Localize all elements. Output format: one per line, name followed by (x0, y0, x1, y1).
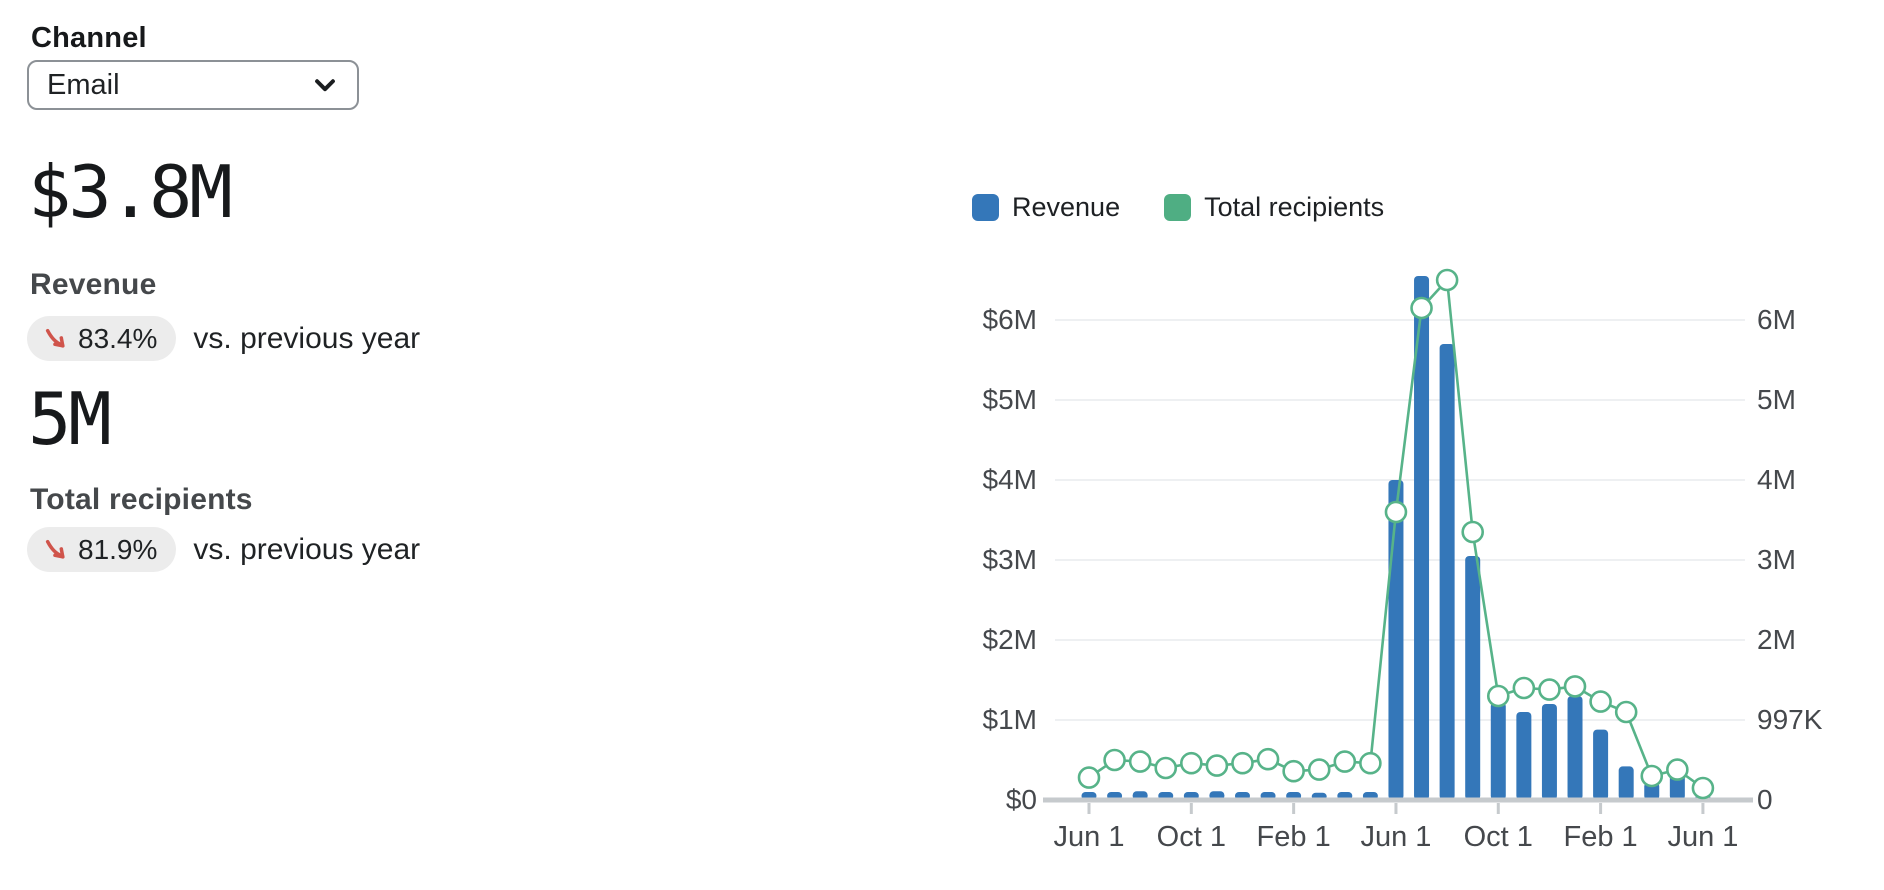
y-axis-left-label: $3M (983, 544, 1037, 575)
recipients-change-row: 81.9% vs. previous year (27, 527, 420, 572)
recipients-point[interactable] (1667, 760, 1687, 780)
legend-item-total-recipients[interactable]: Total recipients (1164, 192, 1384, 223)
recipients-swatch-icon (1164, 194, 1191, 221)
y-axis-left-label: $5M (983, 384, 1037, 415)
recipients-point[interactable] (1258, 749, 1278, 769)
recipients-point[interactable] (1463, 522, 1483, 542)
y-axis-left-label: $0 (1006, 784, 1037, 815)
recipients-point[interactable] (1207, 756, 1227, 776)
recipients-point[interactable] (1437, 270, 1457, 290)
y-axis-right-label: 5M (1757, 384, 1796, 415)
x-axis-label: Oct 1 (1157, 821, 1226, 853)
recipients-point[interactable] (1309, 760, 1329, 780)
recipients-point[interactable] (1386, 502, 1406, 522)
revenue-bar[interactable] (1440, 344, 1455, 800)
revenue-change-row: 83.4% vs. previous year (27, 316, 420, 361)
revenue-bar[interactable] (1516, 712, 1531, 800)
legend-item-revenue[interactable]: Revenue (972, 192, 1120, 223)
recipients-point[interactable] (1642, 766, 1662, 786)
revenue-swatch-icon (972, 194, 999, 221)
legend-label: Total recipients (1204, 192, 1384, 223)
trend-down-arrow-icon (42, 536, 69, 563)
revenue-change-badge: 83.4% (27, 316, 176, 361)
recipients-point[interactable] (1284, 761, 1304, 781)
x-axis-label: Jun 1 (1054, 821, 1125, 853)
recipients-comparison-text: vs. previous year (193, 533, 420, 567)
recipients-kpi-value: 5M (28, 383, 109, 455)
recipients-point[interactable] (1693, 778, 1713, 798)
recipients-point[interactable] (1565, 676, 1585, 696)
recipients-point[interactable] (1360, 753, 1380, 773)
recipients-change-badge: 81.9% (27, 527, 176, 572)
legend-label: Revenue (1012, 192, 1120, 223)
recipients-point[interactable] (1539, 680, 1559, 700)
revenue-bar[interactable] (1491, 702, 1506, 800)
revenue-bar[interactable] (1568, 696, 1583, 800)
recipients-point[interactable] (1335, 752, 1355, 772)
revenue-comparison-text: vs. previous year (193, 322, 420, 356)
revenue-bar[interactable] (1388, 480, 1403, 800)
x-axis-label: Jun 1 (1360, 821, 1431, 853)
x-axis-label: Feb 1 (1564, 821, 1638, 853)
y-axis-right-label: 2M (1757, 624, 1796, 655)
chart-legend: Revenue Total recipients (972, 192, 1384, 223)
x-axis-label: Oct 1 (1464, 821, 1533, 853)
y-axis-left-label: $2M (983, 624, 1037, 655)
recipients-point[interactable] (1616, 702, 1636, 722)
y-axis-right-label: 997K (1757, 704, 1823, 735)
recipients-point[interactable] (1181, 753, 1201, 773)
chevron-down-icon (311, 71, 339, 99)
recipients-change-percent: 81.9% (78, 534, 157, 566)
revenue-bar[interactable] (1593, 730, 1608, 800)
channel-filter-label: Channel (31, 22, 147, 55)
revenue-kpi-label: Revenue (30, 268, 156, 302)
y-axis-left-label: $4M (983, 464, 1037, 495)
revenue-change-percent: 83.4% (78, 323, 157, 355)
recipients-point[interactable] (1105, 750, 1125, 770)
recipients-point[interactable] (1488, 686, 1508, 706)
y-axis-right-label: 0 (1757, 784, 1773, 815)
recipients-point[interactable] (1156, 758, 1176, 778)
recipients-kpi-label: Total recipients (30, 483, 253, 517)
trend-down-arrow-icon (42, 325, 69, 352)
recipients-point[interactable] (1079, 768, 1099, 788)
recipients-point[interactable] (1412, 298, 1432, 318)
channel-select[interactable]: Email (27, 60, 359, 110)
y-axis-left-label: $1M (983, 704, 1037, 735)
revenue-recipients-chart: $0 $1M $2M $3M $4M $5M $6M 0 997K 2M 3M 4M 5M 6M Jun 1… (960, 235, 1840, 890)
x-axis-label: Feb 1 (1257, 821, 1331, 853)
revenue-bar[interactable] (1542, 704, 1557, 800)
y-axis-right-label: 6M (1757, 304, 1796, 335)
revenue-bar[interactable] (1465, 556, 1480, 800)
x-axis-label: Jun 1 (1667, 821, 1738, 853)
channel-select-value: Email (47, 69, 120, 102)
recipients-point[interactable] (1130, 752, 1150, 772)
recipients-point[interactable] (1232, 753, 1252, 773)
revenue-kpi-value: $3.8M (28, 156, 230, 228)
y-axis-right-label: 4M (1757, 464, 1796, 495)
revenue-bar[interactable] (1619, 766, 1634, 800)
y-axis-right-label: 3M (1757, 544, 1796, 575)
recipients-point[interactable] (1514, 678, 1534, 698)
y-axis-left-label: $6M (983, 304, 1037, 335)
recipients-point[interactable] (1591, 692, 1611, 712)
